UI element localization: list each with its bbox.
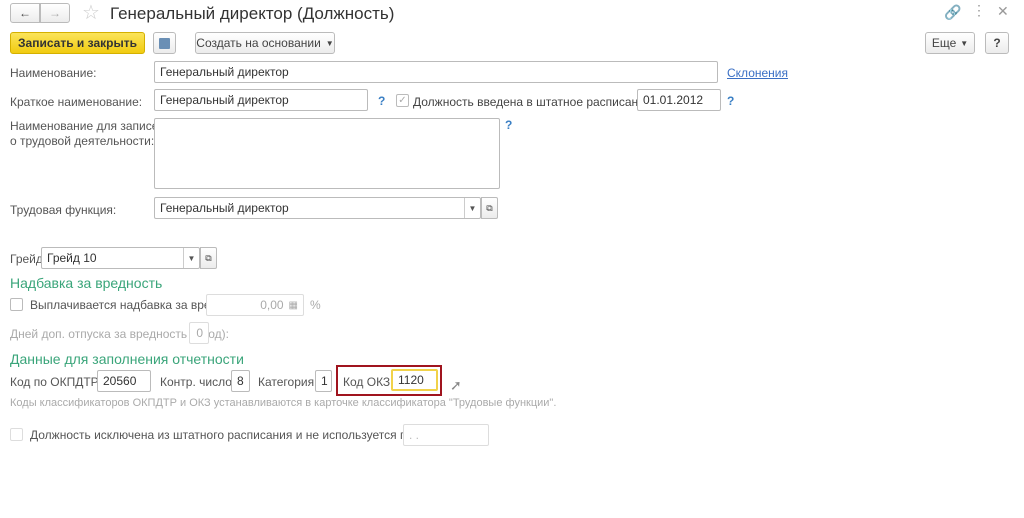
excluded-label: Должность исключена из штатного расписан… (30, 428, 433, 442)
link-icon[interactable]: 🔗 (944, 4, 961, 21)
excluded-checkbox[interactable] (10, 428, 23, 441)
harm-pay-checkbox[interactable] (10, 298, 23, 311)
close-icon[interactable]: ✕ (997, 3, 1009, 20)
func-select[interactable]: Генеральный директор ▼ (154, 197, 481, 219)
menu-icon[interactable]: ⋮ (972, 2, 986, 19)
back-button[interactable]: ← (10, 3, 40, 23)
open-grade-button[interactable]: ⧉ (200, 247, 217, 269)
floppy-icon (159, 37, 170, 49)
okpdtr-input[interactable]: 20560 (97, 370, 151, 392)
chevron-down-icon: ▼ (325, 38, 334, 48)
more-button[interactable]: Еще ▼ (925, 32, 975, 54)
chevron-down-icon[interactable]: ▼ (464, 198, 480, 218)
declensions-link[interactable]: Склонения (727, 66, 788, 80)
calculator-icon[interactable]: ▦ (289, 300, 298, 311)
favorite-star-icon[interactable]: ☆ (82, 0, 100, 25)
staff-date-input[interactable]: 01.01.2012 (637, 89, 721, 111)
help-icon[interactable]: ? (505, 118, 512, 132)
short-name-label: Краткое наименование: (10, 95, 143, 109)
okpdtr-label: Код по ОКПДТР: (10, 375, 102, 389)
save-button[interactable] (153, 32, 176, 54)
short-name-input[interactable]: Генеральный директор (154, 89, 368, 111)
staff-checkbox[interactable]: ✓ (396, 94, 409, 107)
help-button[interactable]: ? (985, 32, 1009, 54)
grade-select[interactable]: Грейд 10 ▼ (41, 247, 200, 269)
report-section-title: Данные для заполнения отчетности (10, 351, 244, 367)
name-label: Наименование: (10, 66, 97, 80)
records-textarea[interactable] (154, 118, 500, 189)
control-label: Контр. число: (160, 375, 236, 389)
help-icon[interactable]: ? (378, 94, 385, 108)
classifier-note: Коды классификаторов ОКПДТР и ОКЗ устана… (10, 397, 557, 409)
func-label: Трудовая функция: (10, 203, 117, 217)
harm-section-title: Надбавка за вредность (10, 275, 163, 291)
okz-input[interactable]: 1120 (391, 369, 438, 391)
open-func-button[interactable]: ⧉ (481, 197, 498, 219)
mouse-cursor-icon: ➚ (450, 377, 462, 393)
forward-button[interactable]: → (40, 3, 70, 23)
save-close-button[interactable]: Записать и закрыть (10, 32, 145, 54)
okz-label: Код ОКЗ: (343, 375, 394, 389)
category-label: Категория: (258, 375, 318, 389)
harm-days-input[interactable]: 0 (189, 322, 209, 344)
name-input[interactable]: Генеральный директор (154, 61, 718, 83)
excluded-date-input[interactable]: . . (403, 424, 489, 446)
records-label: Наименование для записей о трудовой деяте… (10, 119, 166, 148)
create-based-button[interactable]: Создать на основании ▼ (195, 32, 335, 54)
chevron-down-icon: ▼ (960, 38, 969, 48)
control-input[interactable]: 8 (231, 370, 250, 392)
help-icon[interactable]: ? (727, 94, 734, 108)
category-input[interactable]: 1 (315, 370, 332, 392)
harm-pay-input[interactable]: 0,00 ▦ (206, 294, 304, 316)
page-title: Генеральный директор (Должность) (110, 4, 395, 23)
staff-label: Должность введена в штатное расписание (413, 95, 652, 109)
chevron-down-icon[interactable]: ▼ (183, 248, 199, 268)
percent-label: % (310, 298, 321, 312)
